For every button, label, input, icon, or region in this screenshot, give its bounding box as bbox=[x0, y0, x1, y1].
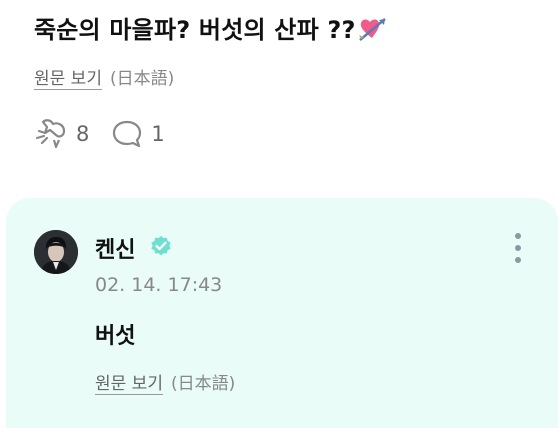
view-original-link[interactable]: 원문 보기 bbox=[34, 69, 102, 89]
avatar[interactable] bbox=[34, 230, 78, 274]
reply-text: 버섯 bbox=[95, 324, 136, 349]
view-original-row: 원문 보기 (日本語) bbox=[34, 64, 174, 89]
post-text: 죽순의 마을파? 버섯의 산파 ?? bbox=[34, 10, 388, 48]
original-language-label: (日本語) bbox=[109, 69, 175, 89]
post-text-content: 죽순의 마을파? 버섯의 산파 ?? bbox=[34, 16, 356, 44]
reply-author-name[interactable]: 켄신 bbox=[95, 232, 135, 264]
post-actions: 8 1 bbox=[34, 118, 187, 150]
like-icon bbox=[34, 118, 68, 150]
verified-badge-icon bbox=[150, 235, 172, 261]
reply-view-original-link[interactable]: 원문 보기 bbox=[95, 374, 163, 394]
like-count: 8 bbox=[76, 122, 90, 146]
reply-timestamp: 02. 14. 17:43 bbox=[95, 274, 223, 296]
comment-icon bbox=[111, 119, 143, 149]
more-options-icon[interactable] bbox=[512, 232, 524, 270]
reply-view-original-row: 원문 보기 (日本語) bbox=[95, 369, 235, 394]
like-button[interactable]: 8 bbox=[34, 118, 89, 150]
heart-with-arrow-icon bbox=[358, 16, 388, 48]
reply-card bbox=[6, 198, 558, 428]
reply-original-language-label: (日本語) bbox=[170, 374, 236, 394]
comment-count: 1 bbox=[151, 122, 165, 146]
comment-button[interactable]: 1 bbox=[111, 119, 165, 149]
